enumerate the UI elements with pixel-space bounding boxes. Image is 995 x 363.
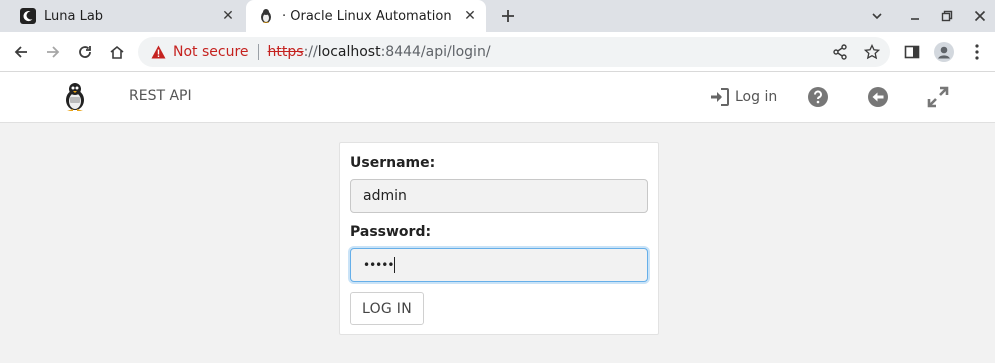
browser-toolbar: Not secure https :// localhost :8444/api… [0,32,995,72]
close-icon[interactable]: ✕ [460,6,480,26]
forward-arrow-icon[interactable] [41,40,65,64]
text-caret [394,257,396,273]
password-value: ••••• [363,258,394,272]
close-icon[interactable]: ✕ [218,6,238,26]
tab-strip: Luna Lab ✕ · Oracle Linux Automation ✕ [0,0,995,32]
star-icon[interactable] [860,40,884,64]
reload-icon[interactable] [73,40,97,64]
moon-icon [20,8,36,24]
back-arrow-icon[interactable] [9,40,33,64]
password-field[interactable]: ••••• [350,248,648,282]
share-icon[interactable] [828,40,852,64]
warning-triangle-icon[interactable] [150,44,166,60]
app-navbar: REST API Log in [0,72,995,123]
username-label: Username: [350,155,436,171]
close-window-icon[interactable] [970,6,990,26]
restore-icon[interactable] [937,6,957,26]
login-button[interactable]: LOG IN [350,292,424,325]
address-bar[interactable]: Not secure https :// localhost :8444/api… [138,37,890,67]
password-label: Password: [350,224,432,240]
tab-title: · Oracle Linux Automation [282,8,452,24]
expand-icon[interactable] [927,86,949,108]
tab-title: Luna Lab [44,8,104,24]
rest-api-link[interactable]: REST API [129,88,192,104]
chevron-down-icon[interactable] [867,6,887,26]
login-form: Username: admin Password: ••••• LOG IN [339,142,659,335]
back-circle-icon[interactable] [867,86,889,108]
username-field[interactable]: admin [350,179,648,213]
divider [257,44,259,60]
tab-luna-lab[interactable]: Luna Lab ✕ [8,0,244,32]
url-separator: :// [303,44,318,60]
sign-in-icon [709,86,731,108]
url-host: localhost [317,44,381,60]
side-panel-icon[interactable] [900,40,924,64]
url-scheme: https [267,44,304,60]
minimize-icon[interactable] [905,6,925,26]
kebab-menu-icon[interactable] [965,40,989,64]
home-icon[interactable] [105,40,129,64]
tux-penguin-logo[interactable] [62,82,88,112]
login-label: Log in [735,89,778,105]
tab-oracle-linux-automation[interactable]: · Oracle Linux Automation ✕ [246,0,486,32]
help-circle-icon[interactable] [807,86,829,108]
security-label[interactable]: Not secure [173,44,249,60]
new-tab-icon[interactable] [498,6,518,26]
profile-avatar-icon[interactable] [932,40,956,64]
username-value: admin [363,188,407,204]
url-path: :8444/api/login/ [380,44,491,60]
login-link[interactable]: Log in [709,86,777,108]
penguin-icon [258,8,274,24]
